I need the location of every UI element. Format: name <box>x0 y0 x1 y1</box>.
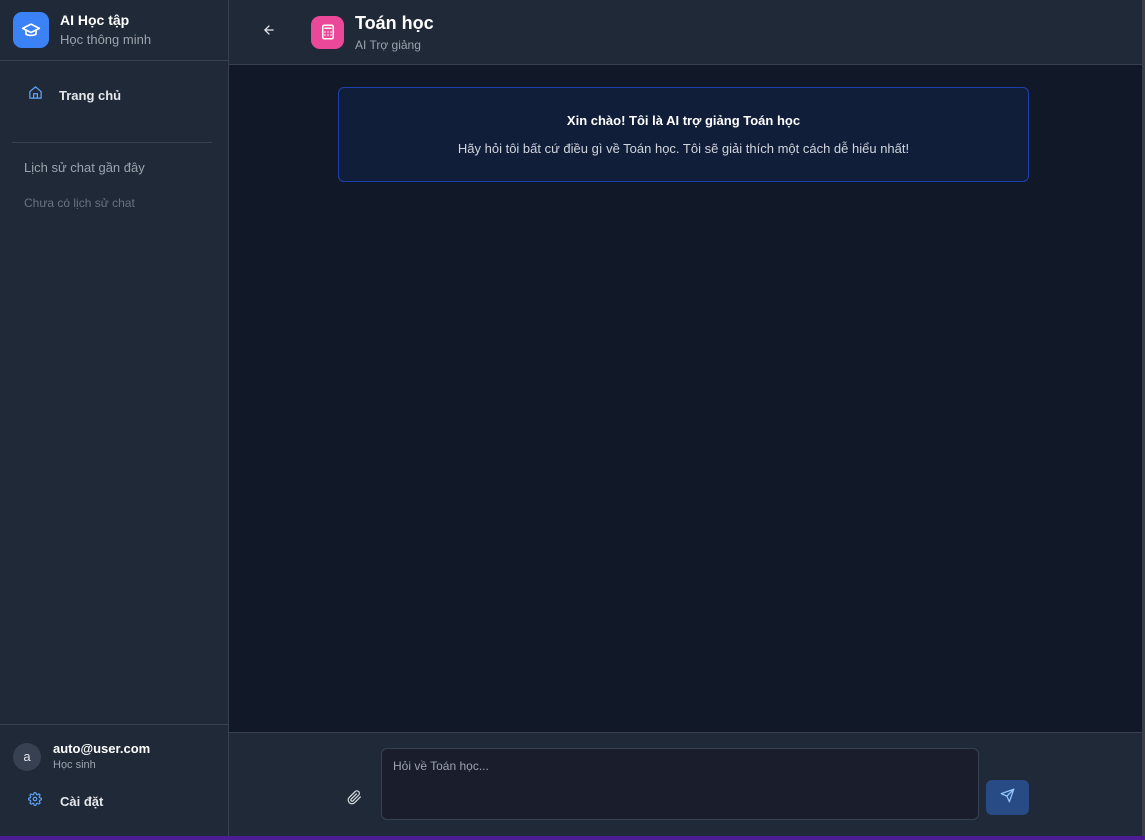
gear-icon <box>28 792 42 811</box>
page-subtitle: AI Trợ giảng <box>355 37 421 52</box>
page-title: Toán học <box>355 12 434 33</box>
sidebar-item-home[interactable]: Trang chủ <box>12 81 216 109</box>
settings-button[interactable]: Cài đặt <box>0 772 228 811</box>
history-title: Lịch sử chat gần đây <box>24 160 145 175</box>
sidebar-nav: Trang chủ <box>0 61 228 142</box>
back-button[interactable] <box>259 22 279 42</box>
user-role: Học sinh <box>53 759 96 771</box>
avatar: a <box>13 742 41 771</box>
welcome-card: Xin chào! Tôi là AI trợ giảng Toán học H… <box>338 87 1029 182</box>
send-button[interactable] <box>986 780 1029 815</box>
home-icon <box>28 85 43 105</box>
brand-subtitle: Học thông minh <box>60 32 152 47</box>
chat-header: Toán học AI Trợ giảng <box>229 0 1145 65</box>
app: AI Học tập Học thông minh Trang chủ Lịch… <box>0 0 1145 840</box>
user-email: auto@user.com <box>53 741 151 756</box>
brand-title: AI Học tập <box>60 12 130 28</box>
sidebar-footer: a auto@user.com Học sinh Cài đặt <box>0 724 228 836</box>
history-empty-text: Chưa có lịch sử chat <box>24 196 135 210</box>
message-input[interactable] <box>381 748 979 820</box>
send-icon <box>1000 788 1015 808</box>
sidebar-item-label: Trang chủ <box>59 87 122 103</box>
sidebar: AI Học tập Học thông minh Trang chủ Lịch… <box>0 0 229 836</box>
attach-button[interactable] <box>347 790 362 810</box>
window-bottom-edge <box>0 836 1145 840</box>
welcome-title: Xin chào! Tôi là AI trợ giảng Toán học <box>566 113 801 128</box>
user-profile[interactable]: a auto@user.com Học sinh <box>0 725 228 772</box>
settings-label: Cài đặt <box>60 794 104 809</box>
chat-messages: Xin chào! Tôi là AI trợ giảng Toán học H… <box>229 65 1145 732</box>
calculator-icon <box>311 15 344 49</box>
main-panel: Toán học AI Trợ giảng Xin chào! Tôi là A… <box>229 0 1145 836</box>
graduation-cap-icon <box>13 12 49 48</box>
paperclip-icon <box>347 790 362 809</box>
message-composer <box>229 732 1145 836</box>
welcome-text: Hãy hỏi tôi bất cứ điều gì về Toán học. … <box>457 141 910 156</box>
brand[interactable]: AI Học tập Học thông minh <box>0 0 228 61</box>
arrow-left-icon <box>262 23 276 42</box>
